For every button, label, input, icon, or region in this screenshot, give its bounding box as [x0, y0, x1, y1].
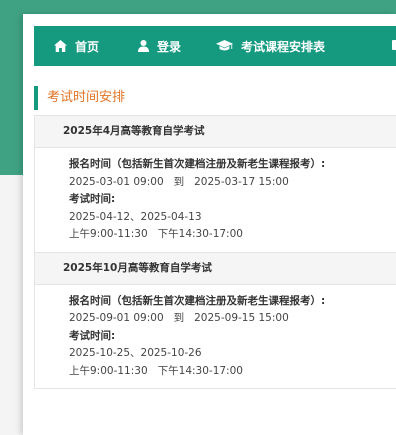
registration-start: 2025-03-01 09:00 — [69, 175, 164, 188]
registration-to: 到 — [173, 175, 185, 188]
nav-more-item[interactable] — [392, 26, 396, 66]
morning-session: 上午9:00-11:30 — [69, 364, 148, 377]
registration-period: 2025-03-01 09:00 到 2025-03-17 15:00 — [69, 174, 396, 192]
registration-to: 到 — [173, 312, 185, 324]
registration-start: 2025-09-01 09:00 — [69, 312, 164, 324]
section-title: 考试时间安排 — [34, 86, 396, 110]
exam-time-label: 考试时间: — [69, 193, 116, 205]
exam-dates: 2025-04-12、2025-04-13 — [69, 210, 202, 223]
user-icon — [138, 40, 150, 52]
exam-title: 2025年10月高等教育自学考试 — [35, 252, 396, 285]
exam-details: 报名时间（包括新生首次建档注册及新老生课程报考）: 2025-09-01 09:… — [35, 285, 396, 389]
registration-label: 报名时间（包括新生首次建档注册及新老生课程报考）: — [69, 294, 326, 307]
graduation-cap-icon — [216, 40, 234, 52]
nav-exam-schedule[interactable]: 考试课程安排表 — [216, 26, 325, 66]
afternoon-session: 下午14:30-17:00 — [157, 228, 243, 240]
top-nav: 首页 登录 考试课程安排表 — [34, 26, 396, 66]
morning-session: 上午9:00-11:30 — [69, 228, 148, 240]
exam-dates: 2025-10-25、2025-10-26 — [69, 347, 202, 359]
exam-block: 2025年10月高等教育自学考试 报名时间（包括新生首次建档注册及新老生课程报考… — [34, 252, 396, 389]
main-panel: 首页 登录 考试课程安排表 考试时间安排 2025年4月高等教育自学考试 报名时 — [23, 14, 396, 435]
nav-home[interactable]: 首页 — [54, 26, 99, 66]
afternoon-session: 下午14:30-17:00 — [157, 364, 243, 377]
exam-time-label: 考试时间: — [69, 329, 116, 342]
registration-end: 2025-03-17 15:00 — [194, 175, 289, 188]
nav-schedule-label: 考试课程安排表 — [241, 39, 326, 54]
registration-label: 报名时间（包括新生首次建档注册及新老生课程报考）: — [69, 158, 326, 170]
exam-schedule-content: 考试时间安排 2025年4月高等教育自学考试 报名时间（包括新生首次建档注册及新… — [34, 86, 396, 435]
nav-login[interactable]: 登录 — [138, 26, 181, 66]
exam-sessions: 上午9:00-11:30 下午14:30-17:00 — [69, 363, 396, 381]
home-icon — [54, 40, 67, 52]
registration-period: 2025-09-01 09:00 到 2025-09-15 15:00 — [69, 310, 396, 328]
nav-home-label: 首页 — [75, 39, 100, 54]
nav-login-label: 登录 — [157, 39, 182, 54]
exam-block: 2025年4月高等教育自学考试 报名时间（包括新生首次建档注册及新老生课程报考）… — [34, 115, 396, 253]
exam-title: 2025年4月高等教育自学考试 — [35, 116, 396, 148]
registration-end: 2025-09-15 15:00 — [194, 312, 289, 324]
exam-sessions: 上午9:00-11:30 下午14:30-17:00 — [69, 226, 396, 244]
nav-more-icon — [392, 39, 396, 54]
exam-details: 报名时间（包括新生首次建档注册及新老生课程报考）: 2025-03-01 09:… — [35, 148, 396, 252]
